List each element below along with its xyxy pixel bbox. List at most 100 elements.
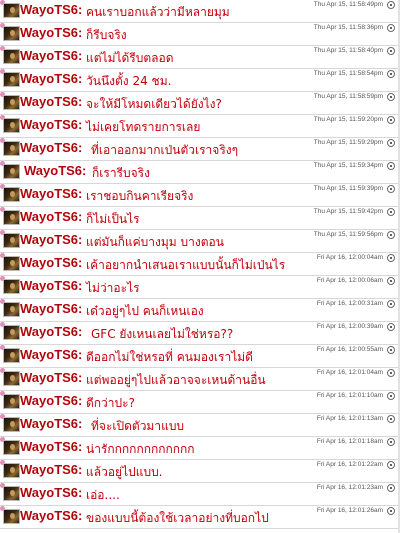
username-link[interactable]: WayoTS6:	[20, 25, 82, 40]
username-link[interactable]: WayoTS6:	[20, 439, 82, 454]
chat-message-row: WayoTS6: ไม่ว่าอะไร Fri Apr 16, 12:00:06am	[0, 276, 398, 299]
message-text: ก็รีบจริง	[86, 28, 127, 42]
message-timestamp: Thu Apr 15, 11:58:59pm	[313, 93, 383, 100]
avatar[interactable]	[3, 302, 20, 317]
view-message-icon[interactable]	[387, 70, 395, 78]
avatar[interactable]	[3, 371, 20, 386]
view-message-icon[interactable]	[387, 162, 395, 170]
avatar[interactable]	[3, 72, 20, 87]
chat-message-row: WayoTS6: วันนึงตั้ง 24 ชม. Thu Apr 15, 11:…	[0, 69, 398, 92]
message-text: ก็ไม่เป็นไร	[86, 212, 140, 226]
username-link[interactable]: WayoTS6:	[20, 485, 82, 500]
message-text: ดีออกไม่ใช่หรอที่ คนมองเราไม่ดี	[86, 350, 253, 364]
username-link[interactable]: WayoTS6:	[20, 324, 82, 339]
chat-message-row: WayoTS6: แต่ไม่ได้รีบตลอด Thu Apr 15, 11:5…	[0, 46, 398, 69]
avatar[interactable]	[3, 348, 20, 363]
view-message-icon[interactable]	[387, 116, 395, 124]
message-timestamp: Thu Apr 15, 11:59:20pm	[313, 116, 383, 123]
avatar[interactable]	[3, 256, 20, 271]
username-link[interactable]: WayoTS6:	[20, 232, 82, 247]
message-text: เค้าอยากนำเสนอเราแบบนั้นก็ไม่เป่นไร	[86, 258, 286, 272]
avatar[interactable]	[3, 187, 20, 202]
view-message-icon[interactable]	[387, 300, 395, 308]
view-message-icon[interactable]	[387, 139, 395, 147]
view-message-icon[interactable]	[387, 484, 395, 492]
avatar[interactable]	[3, 164, 20, 179]
view-message-icon[interactable]	[387, 369, 395, 377]
username-link[interactable]: WayoTS6:	[20, 416, 82, 431]
message-timestamp: Thu Apr 15, 11:59:29pm	[313, 139, 383, 146]
chat-message-row: WayoTS6: แต่มันก็แค่บางมุม บางตอน Thu Apr …	[0, 230, 398, 253]
avatar[interactable]	[3, 394, 20, 409]
username-link[interactable]: WayoTS6:	[20, 48, 82, 63]
message-text: GFC ยังเหนเลยไม่ใช่หรอ??	[91, 327, 234, 341]
message-text: วันนึงตั้ง 24 ชม.	[86, 74, 172, 88]
avatar[interactable]	[3, 463, 20, 478]
view-message-icon[interactable]	[387, 461, 395, 469]
message-timestamp: Fri Apr 16, 12:00:55am	[316, 346, 383, 353]
view-message-icon[interactable]	[387, 24, 395, 32]
message-text: ของแบบนี้ต้องใช้เวลาอย่างที่บอกไป	[86, 511, 269, 525]
username-link[interactable]: WayoTS6:	[20, 140, 82, 155]
username-link[interactable]: WayoTS6:	[20, 393, 82, 408]
avatar[interactable]	[3, 486, 20, 501]
view-message-icon[interactable]	[387, 1, 395, 9]
username-link[interactable]: WayoTS6:	[20, 117, 82, 132]
chat-message-row: WayoTS6: ของแบบนี้ต้องใช้เวลาอย่างที่บอกไ…	[0, 506, 398, 529]
view-message-icon[interactable]	[387, 93, 395, 101]
avatar[interactable]	[3, 325, 20, 340]
avatar[interactable]	[3, 95, 20, 110]
view-message-icon[interactable]	[387, 254, 395, 262]
avatar[interactable]	[3, 233, 20, 248]
message-timestamp: Thu Apr 15, 11:59:34pm	[313, 162, 383, 169]
username-link[interactable]: WayoTS6:	[20, 508, 82, 523]
avatar[interactable]	[3, 210, 20, 225]
message-timestamp: Fri Apr 16, 12:00:31am	[316, 300, 383, 307]
avatar[interactable]	[3, 49, 20, 64]
avatar[interactable]	[3, 509, 20, 524]
message-text: ไม่ว่าอะไร	[86, 281, 140, 295]
view-message-icon[interactable]	[387, 185, 395, 193]
message-timestamp: Thu Apr 15, 11:59:39pm	[313, 185, 383, 192]
message-text: จะให้มีโหมดเดียวได้ยังไง?	[86, 97, 222, 111]
message-text: ดีกว่าปะ?	[86, 396, 135, 410]
username-link[interactable]: WayoTS6:	[20, 209, 82, 224]
username-link[interactable]: WayoTS6:	[20, 2, 82, 17]
message-timestamp: Thu Apr 15, 11:59:42pm	[313, 208, 383, 215]
avatar[interactable]	[3, 26, 20, 41]
username-link[interactable]: WayoTS6:	[20, 370, 82, 385]
view-message-icon[interactable]	[387, 277, 395, 285]
username-link[interactable]: WayoTS6:	[24, 163, 86, 178]
username-link[interactable]: WayoTS6:	[20, 462, 82, 477]
username-link[interactable]: WayoTS6:	[20, 347, 82, 362]
message-text: เอ่อ....	[86, 488, 120, 502]
message-timestamp: Thu Apr 15, 11:58:36pm	[313, 24, 383, 31]
message-text: ไม่เคยโทดรายการเลย	[86, 120, 201, 134]
username-link[interactable]: WayoTS6:	[20, 71, 82, 86]
view-message-icon[interactable]	[387, 208, 395, 216]
avatar[interactable]	[3, 3, 20, 18]
view-message-icon[interactable]	[387, 415, 395, 423]
view-message-icon[interactable]	[387, 231, 395, 239]
chat-message-row: WayoTS6: แล้วอยู่ไปแบบ. Fri Apr 16, 12:01:…	[0, 460, 398, 483]
view-message-icon[interactable]	[387, 323, 395, 331]
message-timestamp: Fri Apr 16, 12:01:18am	[316, 438, 383, 445]
avatar[interactable]	[3, 141, 20, 156]
view-message-icon[interactable]	[387, 47, 395, 55]
username-link[interactable]: WayoTS6:	[20, 278, 82, 293]
view-message-icon[interactable]	[387, 392, 395, 400]
username-link[interactable]: WayoTS6:	[20, 94, 82, 109]
avatar[interactable]	[3, 279, 20, 294]
chat-message-row: WayoTS6: จะให้มีโหมดเดียวได้ยังไง? Thu Apr…	[0, 92, 398, 115]
message-text: ที่เอาออกมากเป่นตัวเราจริงๆ	[91, 143, 239, 157]
avatar[interactable]	[3, 440, 20, 455]
avatar[interactable]	[3, 417, 20, 432]
view-message-icon[interactable]	[387, 438, 395, 446]
username-link[interactable]: WayoTS6:	[20, 186, 82, 201]
view-message-icon[interactable]	[387, 346, 395, 354]
username-link[interactable]: WayoTS6:	[20, 255, 82, 270]
username-link[interactable]: WayoTS6:	[20, 301, 82, 316]
chat-message-row: WayoTS6: ดีออกไม่ใช่หรอที่ คนมองเราไม่ดี F…	[0, 345, 398, 368]
view-message-icon[interactable]	[387, 507, 395, 515]
avatar[interactable]	[3, 118, 20, 133]
